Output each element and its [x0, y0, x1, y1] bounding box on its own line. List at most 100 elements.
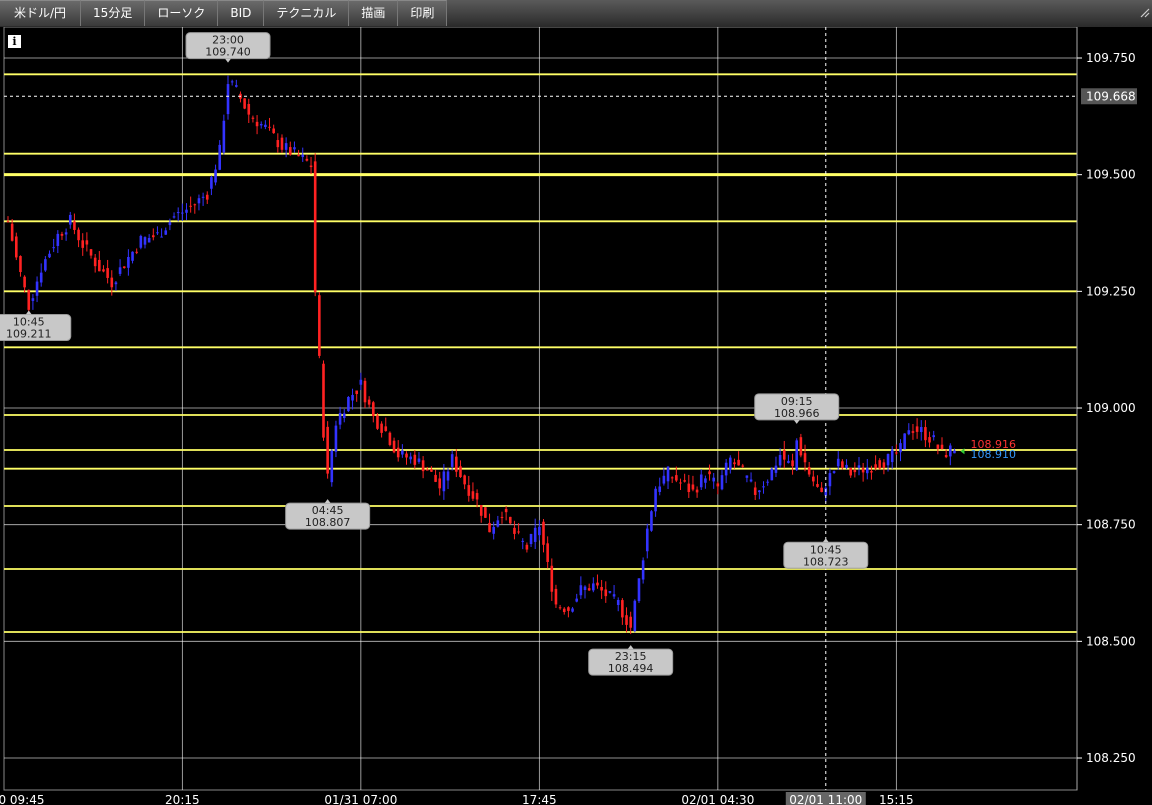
candle-body-78: [330, 450, 334, 483]
x-tick-label-2: 01/31 07:00: [324, 793, 397, 805]
candle-body-71: [301, 154, 305, 158]
candle-body-172: [720, 475, 724, 490]
toolbar: 米ドル/円 15分足 ローソク BID テクニカル 描画 印刷: [0, 0, 1152, 27]
candle-body-203: [849, 467, 852, 476]
candle-body-62: [264, 124, 267, 128]
candle-body-53: [226, 84, 230, 115]
candle-body-220: [919, 427, 923, 433]
candle-body-125: [525, 544, 529, 550]
candle-body-98: [413, 454, 417, 465]
callout-price-4: 108.966: [774, 407, 820, 420]
candle-body-110: [463, 475, 466, 485]
toolbar-button-0[interactable]: 米ドル/円: [0, 0, 82, 26]
candle-body-21: [93, 257, 97, 267]
callout-4: 09:15108.966: [754, 393, 840, 424]
y-axis: 109.750 109.500 109.250 109.000 108.750 108.5…: [1076, 27, 1152, 790]
candle-body-122: [513, 527, 516, 534]
candle-body-195: [816, 484, 819, 487]
candle-body-185: [774, 465, 778, 473]
candle-body-117: [492, 526, 495, 534]
candle-body-147: [616, 599, 620, 606]
callout-pointer-5: [822, 538, 829, 543]
callout-pointer-1: [25, 310, 32, 315]
resize-handle-icon[interactable]: [1138, 6, 1152, 20]
candle-body-202: [845, 464, 848, 468]
candle-body-120: [504, 508, 508, 513]
y-tick-label-4: 108.750: [1086, 518, 1136, 532]
toolbar-button-1[interactable]: 15分足: [81, 0, 146, 26]
callout-pointer-0: [225, 58, 232, 63]
candle-body-137: [575, 598, 579, 602]
candle-body-31: [135, 251, 138, 253]
candle-body-83: [351, 394, 354, 401]
candle-body-47: [201, 196, 205, 198]
candle-body-144: [604, 589, 608, 597]
candle-body-39: [168, 222, 172, 226]
candle-body-223: [932, 435, 936, 438]
candle-body-60: [255, 121, 259, 127]
candle-body-99: [417, 458, 421, 462]
candle-body-151: [633, 600, 637, 632]
toolbar-button-6[interactable]: 印刷: [398, 0, 448, 26]
candle-body-10: [48, 253, 51, 258]
callout-pointer-3: [627, 645, 634, 650]
toolbar-button-5[interactable]: 描画: [349, 0, 399, 26]
candle-body-222: [928, 437, 931, 443]
candle-body-105: [442, 471, 446, 492]
candle-body-113: [475, 493, 479, 500]
toolbar-button-2[interactable]: ローソク: [145, 0, 219, 26]
candle-body-108: [455, 456, 458, 472]
candle-body-93: [392, 440, 396, 453]
callout-price-2: 108.807: [305, 516, 351, 529]
toolbar-button-3[interactable]: BID: [218, 0, 265, 26]
candle-body-199: [832, 471, 836, 473]
candle-body-3: [19, 256, 22, 273]
x-tick-label-0: 01/30 09:45: [0, 793, 44, 805]
crosshair-time-label: 02/01 11:00: [789, 793, 862, 805]
candle-body-33: [143, 237, 147, 245]
candle-body-68: [288, 147, 292, 155]
candle-body-213: [890, 449, 894, 463]
candle-body-210: [878, 460, 882, 469]
candle-body-208: [870, 471, 873, 473]
candle-body-188: [787, 461, 790, 463]
x-tick-label-1: 20:15: [165, 793, 200, 805]
crosshair-price-label: 109.668: [1086, 89, 1136, 103]
candle-body-103: [434, 474, 437, 482]
candle-body-158: [662, 475, 666, 484]
candle-body-30: [131, 251, 134, 261]
candle-body-49: [210, 177, 213, 189]
candle-body-72: [305, 158, 309, 161]
candle-body-102: [430, 469, 433, 472]
candle-body-87: [367, 399, 371, 405]
candle-body-201: [841, 461, 844, 468]
candle-body-119: [500, 516, 504, 518]
candle-body-73: [309, 165, 313, 168]
candle-body-48: [205, 194, 209, 200]
candle-body-170: [712, 477, 715, 482]
candle-body-2: [15, 236, 18, 258]
candle-body-167: [699, 474, 703, 488]
callout-0: 23:00109.740: [185, 32, 271, 63]
toolbar-button-4[interactable]: テクニカル: [264, 0, 350, 26]
candle-body-194: [812, 476, 815, 482]
y-tick-label-3: 109.000: [1086, 401, 1136, 415]
candle-body-115: [484, 507, 487, 518]
candle-body-155: [650, 511, 653, 531]
candle-body-179: [749, 479, 753, 482]
current-ask-label: 108.910: [970, 448, 1016, 461]
candle-body-61: [259, 123, 263, 126]
candle-body-36: [156, 232, 159, 234]
candle-body-178: [745, 475, 749, 478]
price-chart[interactable]: 23:00109.740 10:45109.211 04:45108.807 23:1…: [0, 27, 1152, 805]
candle-body-100: [421, 460, 425, 472]
candle-body-157: [658, 486, 662, 492]
candle-body-107: [450, 454, 454, 467]
candle-body-13: [60, 233, 64, 236]
callouts: 23:00109.740 10:45109.211 04:45108.807 23:1…: [0, 32, 869, 676]
candle-body-12: [56, 233, 60, 246]
candle-body-217: [907, 430, 911, 435]
candle-body-84: [355, 390, 358, 394]
candle-body-7: [35, 281, 39, 296]
candle-body-133: [558, 607, 562, 609]
